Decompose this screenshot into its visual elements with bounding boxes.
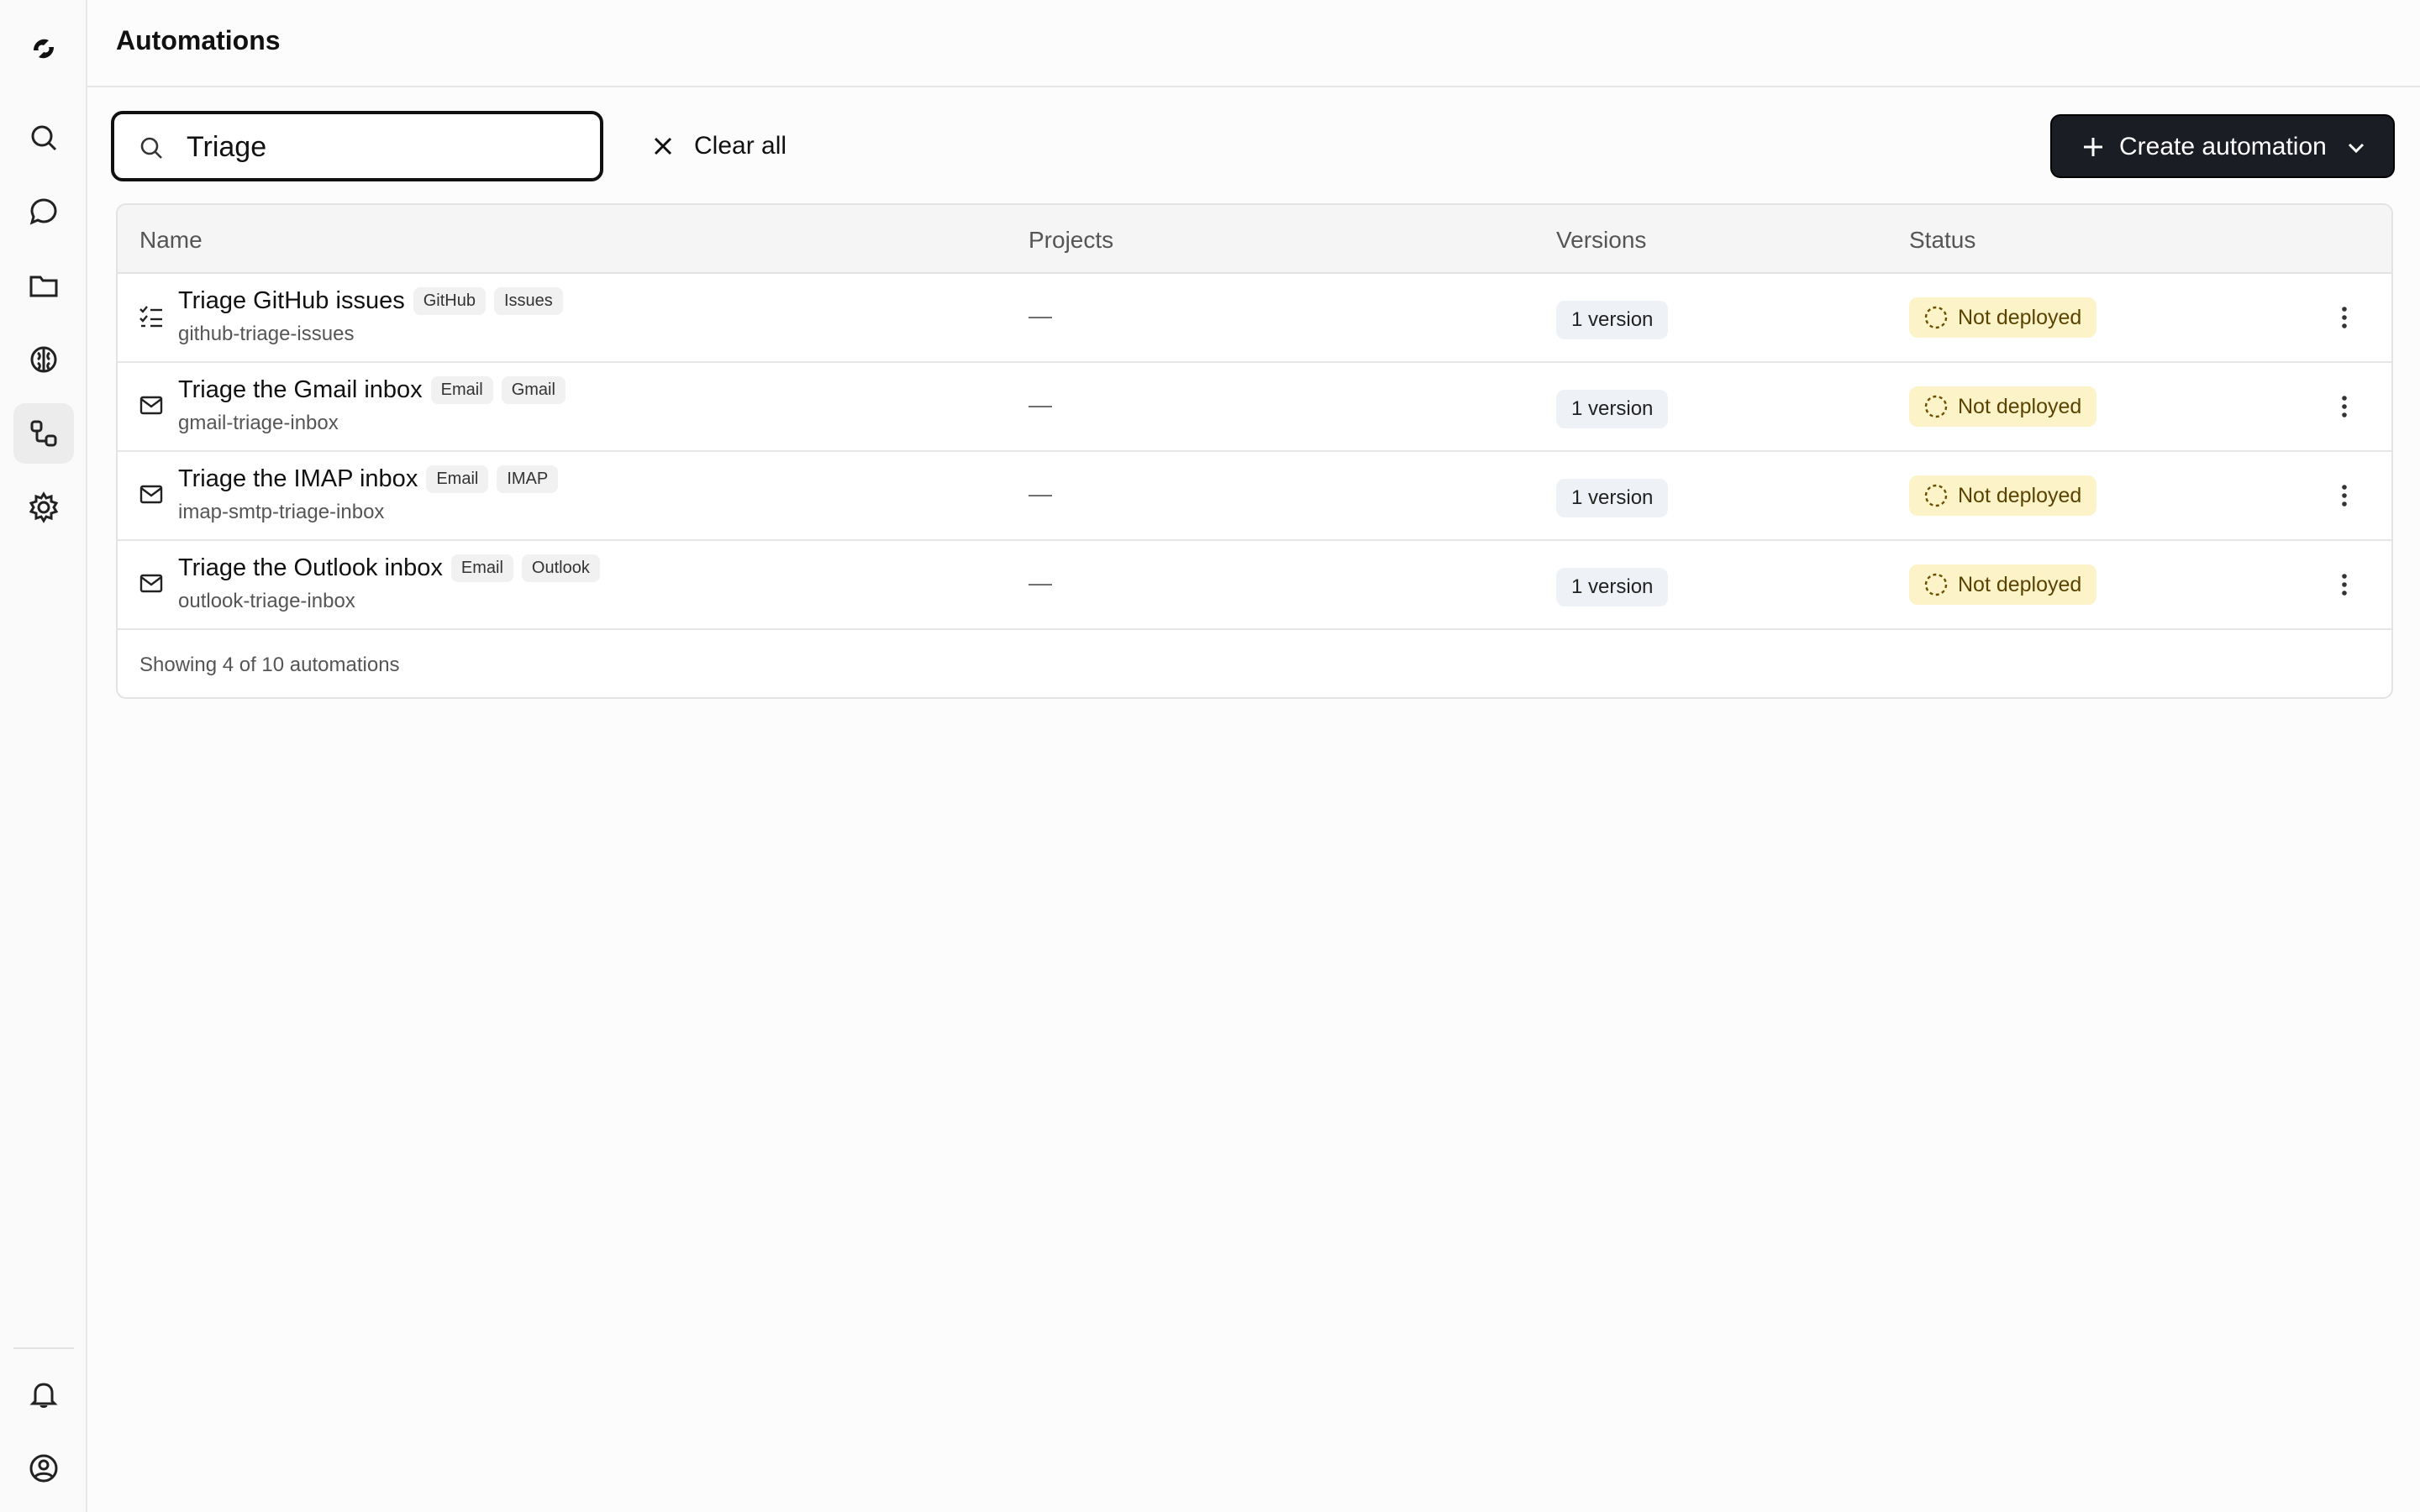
- sidebar: [0, 0, 87, 1512]
- plus-icon: [2084, 138, 2102, 156]
- tag-badge: Issues: [493, 287, 563, 315]
- dashed-circle-icon: [1924, 306, 1948, 329]
- table-row[interactable]: Triage the Outlook inbox Email Outlook o…: [118, 541, 2391, 630]
- table-row[interactable]: Triage the Gmail inbox Email Gmail gmail…: [118, 363, 2391, 452]
- status-badge: Not deployed: [1909, 297, 2097, 338]
- checklist-icon: [139, 306, 162, 328]
- create-automation-button[interactable]: Create automation: [2050, 114, 2395, 178]
- chat-icon[interactable]: [13, 181, 74, 242]
- version-badge[interactable]: 1 version: [1556, 390, 1669, 428]
- automation-slug: github-triage-issues: [178, 323, 355, 345]
- tag-badge: Outlook: [521, 554, 600, 582]
- projects-cell: —: [1028, 480, 1052, 507]
- user-icon[interactable]: [13, 1438, 74, 1499]
- automation-name[interactable]: Triage the Outlook inbox: [178, 554, 443, 582]
- tag-badge: Gmail: [501, 376, 566, 404]
- dashed-circle-icon: [1924, 484, 1948, 507]
- chevron-down-icon: [2348, 143, 2365, 154]
- status-label: Not deployed: [1958, 305, 2082, 329]
- tag-badge: Email: [430, 376, 493, 404]
- projects-cell: —: [1028, 570, 1052, 596]
- version-badge[interactable]: 1 version: [1556, 301, 1669, 339]
- logo-icon[interactable]: [13, 18, 74, 79]
- create-automation-label: Create automation: [2119, 133, 2327, 160]
- version-badge[interactable]: 1 version: [1556, 479, 1669, 517]
- mail-icon: [139, 485, 163, 504]
- automations-table: Name Projects Versions Status Triage Git…: [116, 203, 2393, 699]
- mail-icon: [139, 396, 163, 415]
- search-icon[interactable]: [13, 108, 74, 168]
- status-badge: Not deployed: [1909, 564, 2097, 605]
- clear-all-label: Clear all: [694, 132, 787, 160]
- automation-slug: outlook-triage-inbox: [178, 590, 355, 612]
- mail-icon: [139, 574, 163, 593]
- column-header-name[interactable]: Name: [139, 227, 203, 254]
- automation-name[interactable]: Triage GitHub issues: [178, 287, 405, 315]
- tag-badge: GitHub: [413, 287, 486, 315]
- status-badge: Not deployed: [1909, 386, 2097, 427]
- status-label: Not deployed: [1958, 394, 2082, 418]
- projects-cell: —: [1028, 302, 1052, 328]
- search-icon: [140, 137, 162, 159]
- bell-icon[interactable]: [13, 1364, 74, 1425]
- dashed-circle-icon: [1924, 395, 1948, 418]
- search-box[interactable]: [111, 111, 603, 181]
- brain-icon[interactable]: [13, 329, 74, 390]
- clear-all-button[interactable]: Clear all: [650, 126, 786, 166]
- projects-cell: —: [1028, 391, 1052, 417]
- dashed-circle-icon: [1924, 573, 1948, 596]
- folder-icon[interactable]: [13, 255, 74, 316]
- page-header: Automations: [87, 0, 2420, 87]
- page-title: Automations: [116, 25, 281, 55]
- table-header: Name Projects Versions Status: [118, 205, 2391, 274]
- status-label: Not deployed: [1958, 572, 2082, 596]
- automations-icon[interactable]: [13, 403, 74, 464]
- tag-badge: Email: [426, 465, 489, 493]
- automation-slug: gmail-triage-inbox: [178, 412, 339, 434]
- more-options-icon[interactable]: [2329, 480, 2360, 511]
- sidebar-divider: [13, 1347, 74, 1349]
- table-row[interactable]: Triage the IMAP inbox Email IMAP imap-sm…: [118, 452, 2391, 541]
- column-header-status[interactable]: Status: [1909, 227, 1975, 254]
- version-badge[interactable]: 1 version: [1556, 568, 1669, 606]
- more-options-icon[interactable]: [2329, 570, 2360, 600]
- close-icon: [654, 137, 672, 155]
- column-header-versions[interactable]: Versions: [1556, 227, 1646, 254]
- status-badge: Not deployed: [1909, 475, 2097, 516]
- more-options-icon[interactable]: [2329, 391, 2360, 422]
- more-options-icon[interactable]: [2329, 302, 2360, 333]
- status-label: Not deployed: [1958, 483, 2082, 507]
- automation-name[interactable]: Triage the IMAP inbox: [178, 465, 418, 493]
- table-footer: Showing 4 of 10 automations: [139, 654, 400, 676]
- tag-badge: Email: [450, 554, 513, 582]
- column-header-projects[interactable]: Projects: [1028, 227, 1113, 254]
- tag-badge: IMAP: [497, 465, 559, 493]
- search-input[interactable]: [185, 126, 575, 168]
- automation-slug: imap-smtp-triage-inbox: [178, 501, 385, 523]
- settings-icon[interactable]: [13, 477, 74, 538]
- automation-name[interactable]: Triage the Gmail inbox: [178, 376, 423, 404]
- table-row[interactable]: Triage GitHub issues GitHub Issues githu…: [118, 274, 2391, 363]
